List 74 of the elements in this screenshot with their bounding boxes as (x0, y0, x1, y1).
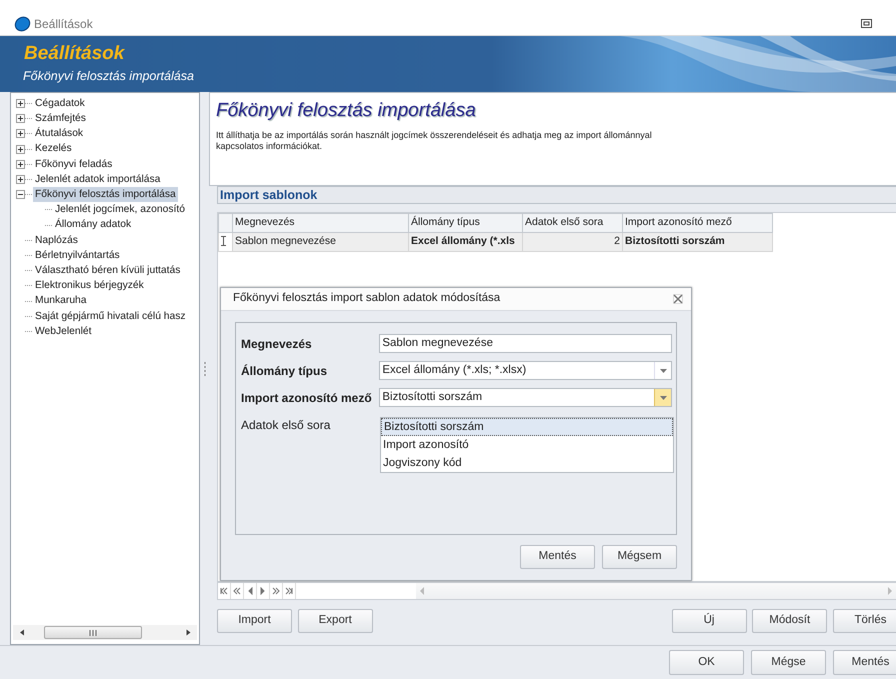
scroll-left-icon[interactable] (19, 629, 24, 636)
tree-item[interactable]: Elektronikus bérjegyzék (33, 278, 146, 294)
dropdown-option[interactable]: Jogviszony kód (381, 454, 673, 472)
tree-item[interactable]: Átutalások (33, 126, 86, 142)
dialog-button[interactable]: Mégsem (602, 545, 677, 569)
footer-button[interactable]: OK (669, 650, 744, 675)
window-title: Beállítások (34, 16, 93, 32)
field-label: Import azonosító mező (241, 390, 373, 406)
dropdown-arrow-icon[interactable] (660, 396, 666, 400)
tree-item[interactable]: WebJelenlét (33, 324, 94, 340)
table-cell: Excel állomány (*.xls (408, 232, 522, 252)
table-cell: 2 (522, 232, 622, 252)
expand-icon[interactable] (16, 175, 25, 184)
dropdown-option[interactable]: Biztosítotti sorszám (381, 418, 673, 436)
scroll-thumb[interactable] (44, 626, 142, 639)
page-title: Főkönyvi felosztás importálása (216, 99, 477, 123)
text-field[interactable]: Sablon megnevezése (379, 334, 672, 353)
group-header: Import sablonok (217, 186, 896, 204)
tree-item[interactable]: Jelenlét jogcímek, azonosító (53, 202, 187, 218)
close-icon[interactable] (673, 294, 683, 304)
tree-item[interactable]: Főkönyvi felosztás importálása (33, 187, 178, 202)
grid-button[interactable]: Export (298, 609, 373, 633)
tree-item[interactable]: Választható béren kívüli juttatás (33, 262, 182, 278)
next-record-icon[interactable] (259, 587, 267, 595)
footer-button[interactable]: Mentés (833, 650, 896, 675)
tree-item[interactable]: Munkaruha (33, 293, 89, 309)
combo-box[interactable]: Biztosítotti sorszám (379, 388, 672, 407)
grid-button[interactable]: Módosít (752, 609, 828, 633)
expand-icon[interactable] (16, 99, 25, 108)
table-cell: Sablon megnevezése (232, 232, 408, 252)
banner-title: Beállítások (24, 42, 124, 66)
restore-icon[interactable] (861, 19, 872, 28)
expand-icon[interactable] (16, 129, 25, 138)
tree-item[interactable]: Jelenlét adatok importálása (33, 172, 162, 188)
dialog-button[interactable]: Mentés (520, 545, 595, 569)
column-header[interactable]: Adatok első sora (522, 214, 622, 232)
first-record-icon[interactable] (220, 587, 228, 595)
grid-button[interactable]: Import (217, 609, 292, 633)
column-header[interactable]: Import azonosító mező (622, 214, 772, 232)
tree-item[interactable]: Naplózás (33, 232, 80, 248)
app-logo-icon (14, 16, 31, 32)
tree-item[interactable]: Számfejtés (33, 111, 88, 126)
field-label: Állomány típus (241, 362, 328, 380)
grid-button[interactable]: Új (672, 609, 746, 633)
tree-item[interactable]: Bérletnyilvántartás (33, 248, 122, 264)
expand-icon[interactable] (16, 114, 25, 124)
banner-subtitle: Főkönyvi felosztás importálása (23, 68, 194, 85)
tree-item[interactable]: Cégadatok (33, 96, 87, 112)
previous-page-icon[interactable] (233, 587, 241, 595)
page-description: Itt állíthatja be az importálás során használt jogcímek összerendeléseit és adhatja meg az import állománnyal kapcsolatos információkat. (216, 130, 653, 152)
horizontal-scrollbar[interactable] (13, 625, 197, 640)
field-label: Adatok első sora (241, 416, 332, 434)
dialog-title: Főkönyvi felosztás import sablon adatok módosítása (233, 291, 500, 306)
collapse-icon[interactable] (16, 190, 25, 200)
grip-icon (89, 630, 97, 636)
last-record-icon[interactable] (285, 587, 293, 595)
dropdown-option[interactable]: Import azonosító (381, 436, 673, 454)
tree-item[interactable]: Kezelés (33, 141, 74, 157)
tree-item[interactable]: Főkönyvi feladás (33, 156, 114, 172)
field-label: Megnevezés (241, 336, 313, 352)
previous-record-icon[interactable] (246, 587, 254, 595)
table-cell: Biztosítotti sorszám (622, 232, 772, 252)
combo-box[interactable]: Excel állomány (*.xls; *.xlsx) (379, 361, 672, 380)
expand-icon[interactable] (16, 144, 25, 154)
column-header[interactable]: Megnevezés (232, 214, 408, 232)
footer-button[interactable]: Mégse (751, 650, 826, 675)
next-page-icon[interactable] (272, 587, 280, 595)
grid-button[interactable]: Törlés (833, 609, 896, 633)
dropdown-arrow-icon[interactable] (660, 368, 666, 372)
expand-icon[interactable] (16, 160, 25, 169)
column-header[interactable]: Állomány típus (408, 214, 522, 232)
scroll-right-icon[interactable] (186, 629, 191, 636)
tree-item[interactable]: Saját gépjármű hivatali célú hasz (33, 308, 188, 324)
tree-item[interactable]: Állomány adatok (53, 217, 134, 233)
